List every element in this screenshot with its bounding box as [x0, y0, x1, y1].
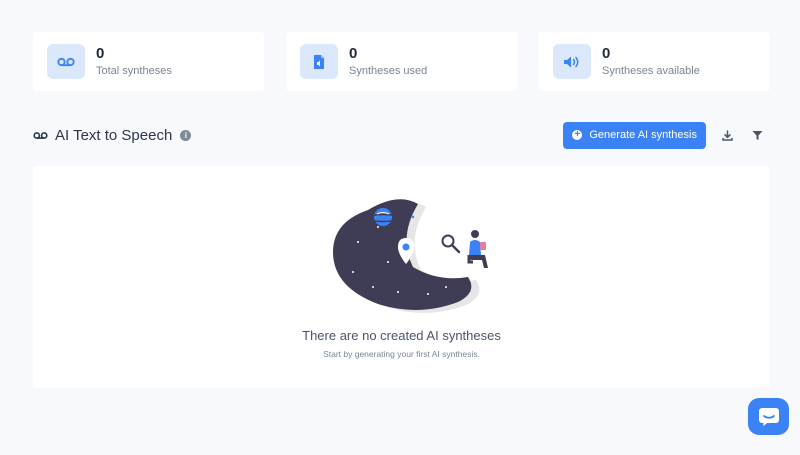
stat-card-total: 0 Total syntheses: [33, 32, 264, 91]
stat-value: 0: [96, 44, 105, 62]
info-icon[interactable]: i: [180, 129, 192, 141]
empty-state-panel: There are no created AI syntheses Start …: [33, 166, 770, 388]
stat-card-used: 0 Syntheses used: [286, 32, 517, 91]
filter-button[interactable]: [744, 122, 770, 148]
empty-state-illustration: [328, 192, 518, 322]
audio-file-icon: [300, 44, 338, 79]
download-icon: [721, 129, 733, 141]
download-button[interactable]: [714, 122, 740, 148]
stat-value: 0: [602, 44, 611, 62]
stat-label: Syntheses used: [349, 64, 428, 77]
voicemail-icon: [47, 44, 85, 79]
stat-label: Total syntheses: [96, 64, 172, 77]
stat-label: Syntheses available: [602, 64, 700, 77]
voicemail-icon: [33, 131, 48, 140]
generate-button-label: Generate AI synthesis: [589, 129, 697, 141]
chat-icon: [758, 407, 779, 426]
stat-value: 0: [349, 44, 358, 62]
page-title: AI Text to Speech: [55, 126, 173, 144]
section-header: AI Text to Speech i + Generate AI synthe…: [33, 121, 770, 149]
plus-circle-icon: +: [572, 130, 583, 140]
chat-launcher-button[interactable]: [748, 398, 789, 435]
empty-state-title: There are no created AI syntheses: [302, 328, 501, 343]
generate-ai-synthesis-button[interactable]: + Generate AI synthesis: [563, 121, 706, 149]
stat-card-available: 0 Syntheses available: [539, 32, 770, 91]
empty-state-subtitle: Start by generating your first AI synthe…: [323, 349, 480, 359]
stats-row: 0 Total syntheses 0 Syntheses used 0 Syn…: [33, 32, 770, 91]
volume-icon: [553, 44, 591, 79]
filter-icon: [752, 130, 762, 140]
